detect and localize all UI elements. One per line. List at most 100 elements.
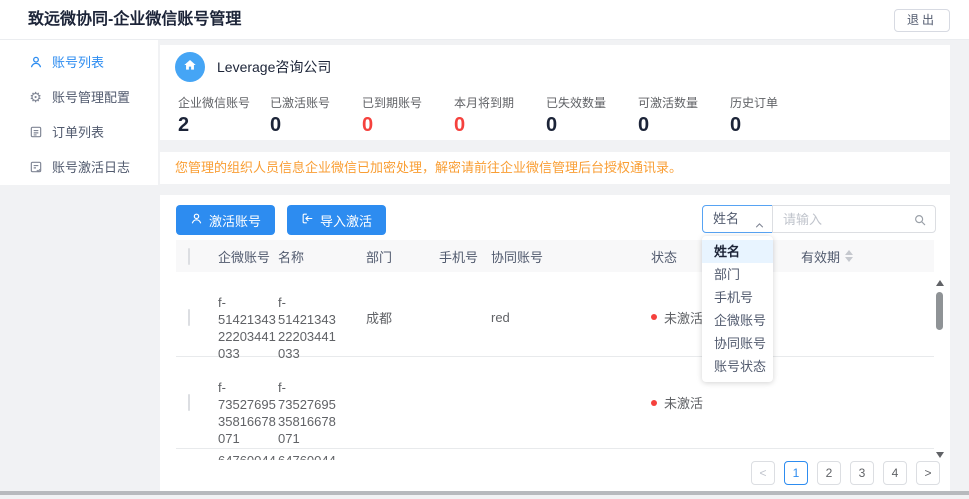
sidebar-item-label: 账号激活日志 xyxy=(52,157,130,176)
stat-expiring-this-month: 本月将到期 0 xyxy=(454,94,546,137)
import-activate-button[interactable]: 导入激活 xyxy=(287,205,386,235)
pagination-page-1[interactable]: 1 xyxy=(784,461,808,485)
stat-invalid: 已失效数量 0 xyxy=(546,94,638,137)
sidebar-item-order-list[interactable]: 订单列表 xyxy=(0,114,158,149)
cell-department: 成都 xyxy=(366,308,439,327)
col-header-collab-account: 协同账号 xyxy=(491,247,651,266)
col-header-department: 部门 xyxy=(366,247,439,266)
filter-field-select[interactable]: 姓名 xyxy=(702,205,773,233)
search-icon[interactable] xyxy=(913,213,927,232)
stat-activated: 已激活账号 0 xyxy=(270,94,362,137)
cell-name: f- 73527695 35816678 071 xyxy=(278,357,366,447)
account-table-card: 激活账号 导入激活 姓名 xyxy=(160,195,950,491)
company-name: Leverage咨询公司 xyxy=(217,57,331,77)
stat-value: 0 xyxy=(454,114,546,137)
filter-dropdown-menu: 姓名 部门 手机号 企微账号 协同账号 账号状态 xyxy=(702,236,773,382)
stat-value: 0 xyxy=(730,114,822,137)
pagination-page-3[interactable]: 3 xyxy=(850,461,874,485)
row-checkbox[interactable] xyxy=(188,309,190,326)
sidebar-item-label: 订单列表 xyxy=(52,122,104,141)
person-icon xyxy=(190,212,203,228)
pagination-page-4[interactable]: 4 xyxy=(883,461,907,485)
dropdown-option-collab-account[interactable]: 协同账号 xyxy=(702,332,773,355)
activate-account-label: 激活账号 xyxy=(209,211,261,230)
table-row[interactable]: f- 73527695 35816678 071 f- 73527695 358… xyxy=(176,356,934,448)
stat-label: 已失效数量 xyxy=(546,94,638,111)
stat-wecom-accounts: 企业微信账号 2 xyxy=(178,94,270,137)
col-header-wecom-account: 企微账号 xyxy=(218,247,278,266)
gear-icon: ⚙ xyxy=(28,89,43,104)
pagination: < 1 2 3 4 > xyxy=(751,461,940,485)
status-dot-icon xyxy=(651,400,657,406)
log-icon xyxy=(28,159,43,174)
search-input[interactable] xyxy=(773,206,903,232)
col-header-validity[interactable]: 有效期 xyxy=(801,247,934,266)
filter-bar: 姓名 xyxy=(702,205,936,233)
stat-value: 2 xyxy=(178,114,270,137)
table-row[interactable]: 64760044 64760044 xyxy=(176,448,934,460)
status-label: 未激活 xyxy=(664,393,703,412)
sidebar-item-activation-log[interactable]: 账号激活日志 xyxy=(0,149,158,184)
cell-wecom-account: f- 51421343 22203441 033 xyxy=(218,272,278,362)
filter-selected-value: 姓名 xyxy=(713,211,739,226)
scroll-down-arrow[interactable] xyxy=(936,452,944,458)
col-header-name: 名称 xyxy=(278,247,366,266)
pagination-page-2[interactable]: 2 xyxy=(817,461,841,485)
dropdown-option-department[interactable]: 部门 xyxy=(702,263,773,286)
company-avatar xyxy=(175,52,205,82)
sidebar-item-label: 账号管理配置 xyxy=(52,87,130,106)
top-bar: 致远微协同-企业微信账号管理 退出 xyxy=(0,0,969,40)
scrollbar-thumb[interactable] xyxy=(936,292,943,330)
scroll-up-arrow[interactable] xyxy=(936,280,944,286)
table-row[interactable]: f- 51421343 22203441 033 f- 51421343 222… xyxy=(176,272,934,356)
page-title: 致远微协同-企业微信账号管理 xyxy=(28,0,241,40)
stat-label: 企业微信账号 xyxy=(178,94,270,111)
logout-button[interactable]: 退出 xyxy=(894,9,950,32)
dropdown-option-account-status[interactable]: 账号状态 xyxy=(702,355,773,378)
dropdown-option-wecom-account[interactable]: 企微账号 xyxy=(702,309,773,332)
horizontal-scrollbar[interactable] xyxy=(0,491,969,495)
cell-wecom-account: f- 73527695 35816678 071 xyxy=(218,357,278,447)
home-icon xyxy=(182,57,198,78)
dropdown-option-name[interactable]: 姓名 xyxy=(702,240,773,263)
sidebar-item-label: 账号列表 xyxy=(52,52,104,71)
col-header-validity-label: 有效期 xyxy=(801,247,840,266)
col-header-phone: 手机号 xyxy=(439,247,491,266)
stat-value: 0 xyxy=(270,114,362,137)
sidebar-item-account-list[interactable]: 账号列表 xyxy=(0,44,158,79)
dropdown-option-phone[interactable]: 手机号 xyxy=(702,286,773,309)
stat-label: 可激活数量 xyxy=(638,94,730,111)
stats-card: Leverage咨询公司 企业微信账号 2 已激活账号 0 已到期账号 0 本月… xyxy=(160,45,950,140)
cell-name: 64760044 xyxy=(278,449,366,460)
encryption-notice: 您管理的组织人员信息企业微信已加密处理，解密请前往企业微信管理后台授权通讯录。 xyxy=(160,152,950,184)
table-header: 企微账号 名称 部门 手机号 协同账号 状态 有效期 xyxy=(176,240,934,272)
status-label: 未激活 xyxy=(664,308,703,327)
import-icon xyxy=(301,212,314,228)
stat-value: 0 xyxy=(546,114,638,137)
stat-expired: 已到期账号 0 xyxy=(362,94,454,137)
order-list-icon xyxy=(28,124,43,139)
sort-icon[interactable] xyxy=(845,250,853,262)
import-activate-label: 导入激活 xyxy=(320,211,372,230)
pagination-prev-button[interactable]: < xyxy=(751,461,775,485)
person-icon xyxy=(28,54,43,69)
table-body: f- 51421343 22203441 033 f- 51421343 222… xyxy=(176,272,934,460)
sidebar-item-account-config[interactable]: ⚙ 账号管理配置 xyxy=(0,79,158,114)
stat-label: 已到期账号 xyxy=(362,94,454,111)
filter-input-wrap xyxy=(772,205,936,233)
activate-account-button[interactable]: 激活账号 xyxy=(176,205,275,235)
select-all-checkbox[interactable] xyxy=(188,248,190,265)
app-root: 致远微协同-企业微信账号管理 退出 账号列表 ⚙ 账号管理配置 订单列表 账号激… xyxy=(0,0,969,499)
stat-activatable: 可激活数量 0 xyxy=(638,94,730,137)
row-checkbox[interactable] xyxy=(188,394,190,411)
stat-value: 0 xyxy=(638,114,730,137)
stat-history-orders: 历史订单 0 xyxy=(730,94,822,137)
stat-label: 已激活账号 xyxy=(270,94,362,111)
cell-status: 未激活 xyxy=(651,393,801,412)
stat-label: 历史订单 xyxy=(730,94,822,111)
pagination-next-button[interactable]: > xyxy=(916,461,940,485)
cell-wecom-account: 64760044 xyxy=(218,449,278,460)
table-scrollbar xyxy=(935,280,945,458)
sidebar: 账号列表 ⚙ 账号管理配置 订单列表 账号激活日志 xyxy=(0,40,158,185)
toolbar: 激活账号 导入激活 xyxy=(176,205,386,235)
